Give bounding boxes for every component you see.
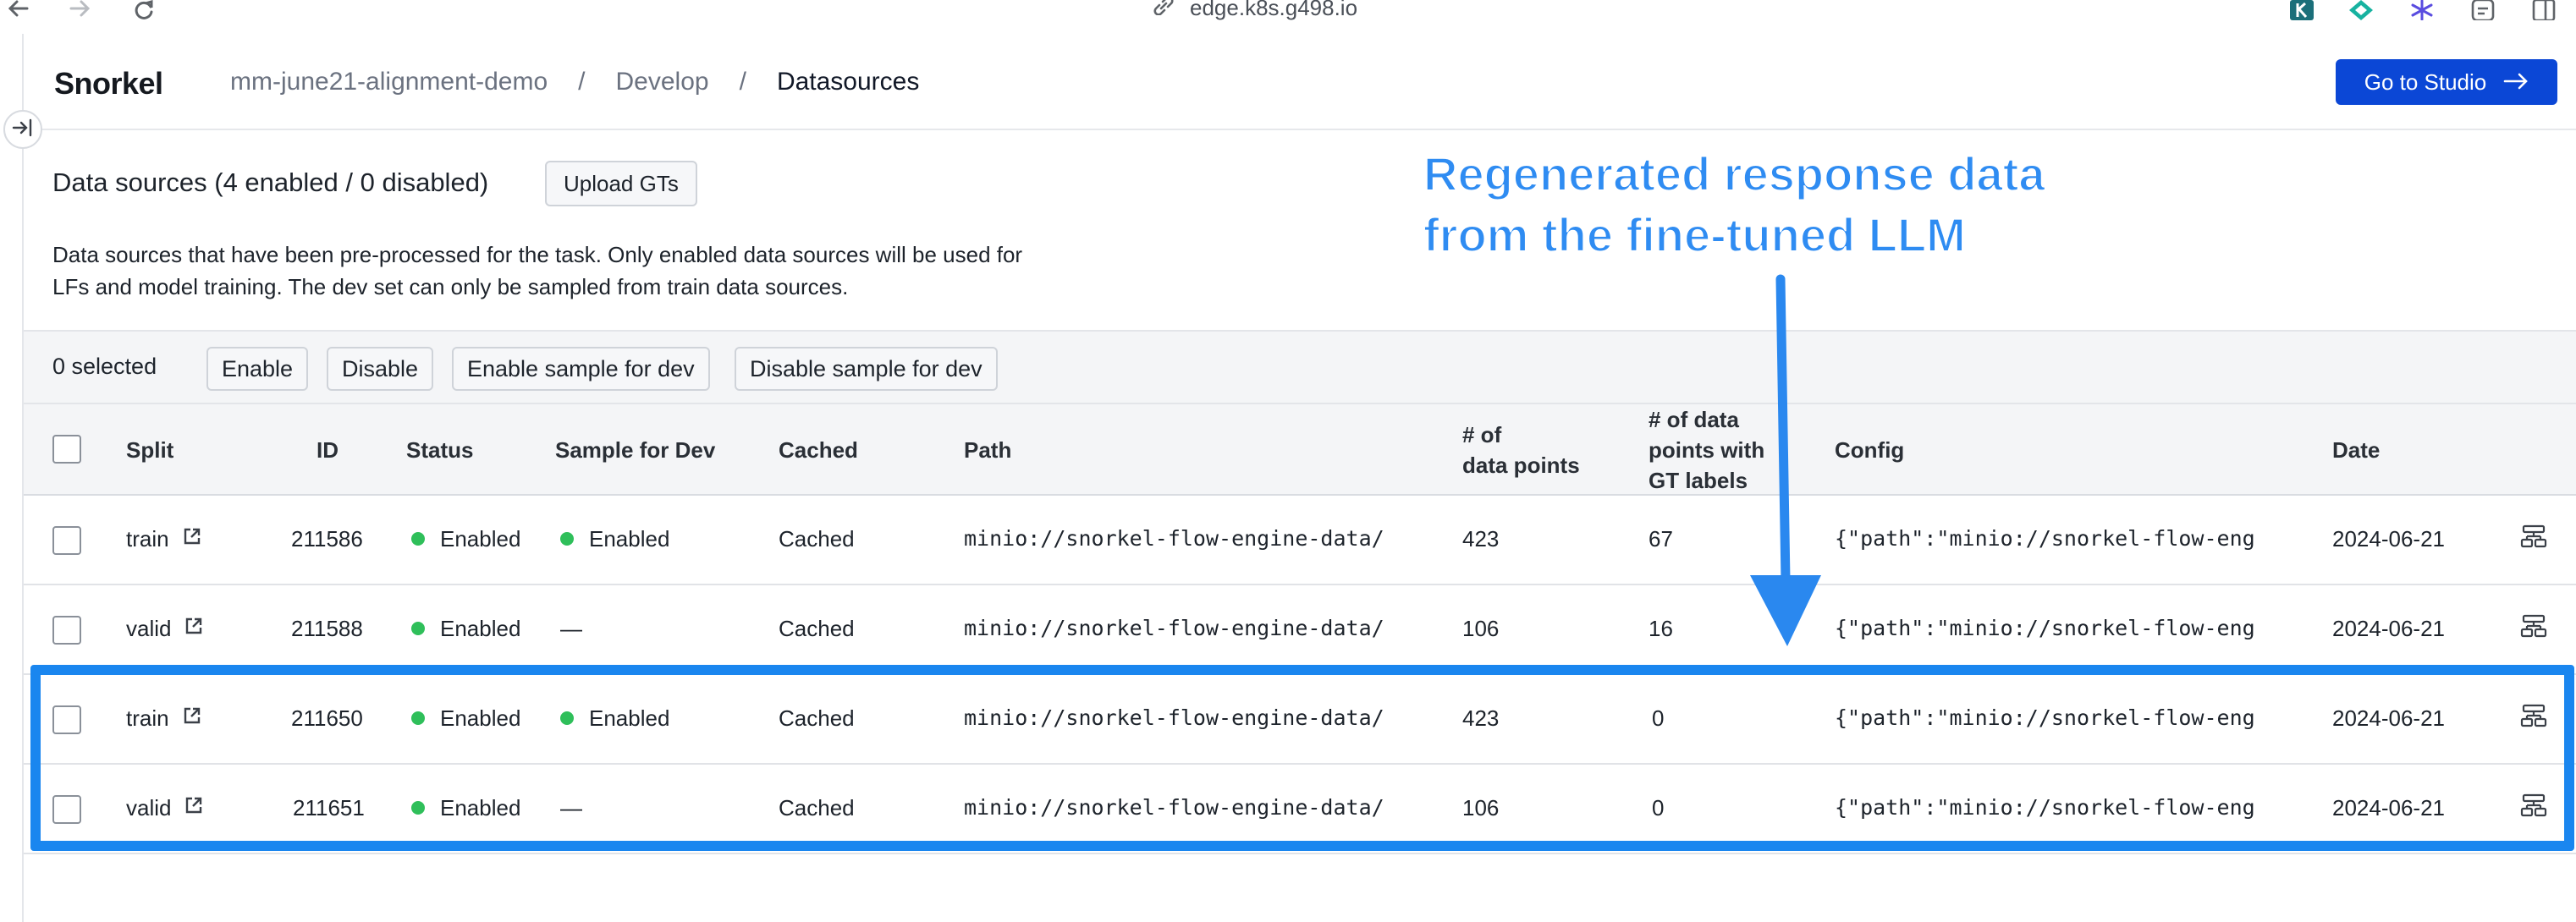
annotation-line: Regenerated response data xyxy=(1423,146,2045,201)
annotation-arrow xyxy=(1750,274,1821,646)
annotation-callout: Regenerated response data from the fine-… xyxy=(1423,144,2045,266)
annotation-line: from the fine-tuned LLM xyxy=(1423,207,1967,262)
